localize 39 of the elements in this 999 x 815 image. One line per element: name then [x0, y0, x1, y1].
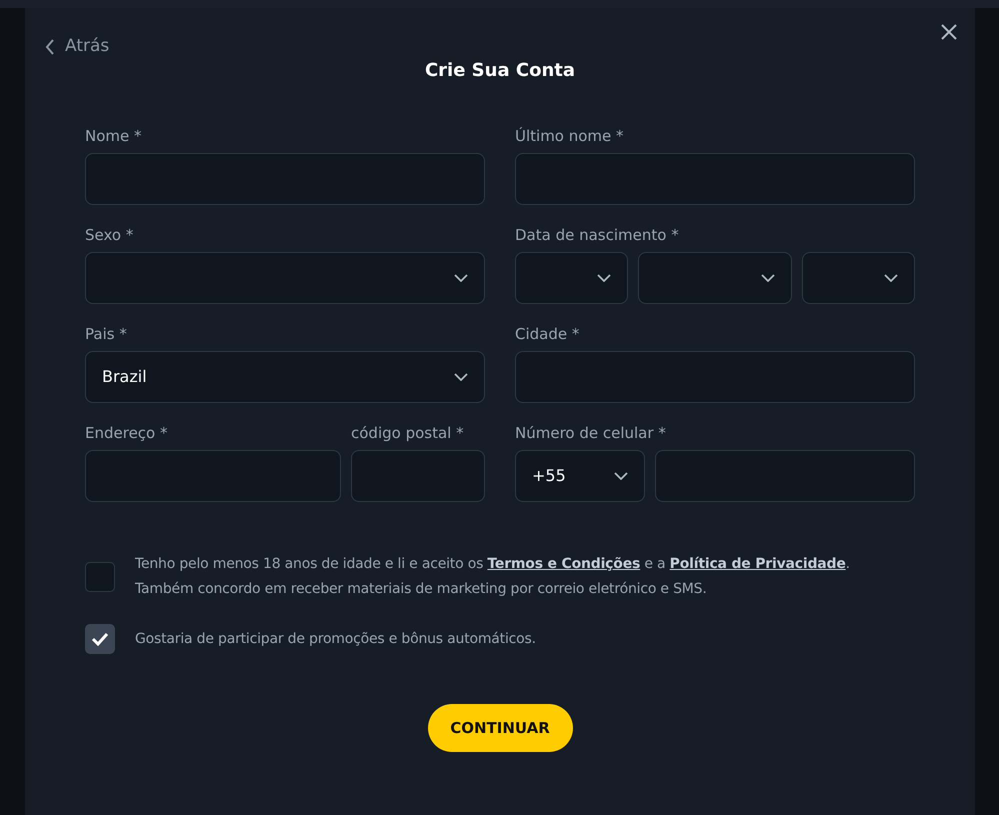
input-field[interactable]	[85, 450, 341, 502]
select-field[interactable]	[638, 252, 792, 304]
chevron-down-icon	[454, 274, 468, 282]
chevron-down-icon	[614, 472, 628, 480]
field-label: Pais *	[85, 324, 128, 344]
input-field[interactable]	[515, 351, 915, 404]
select-field[interactable]: Brazil	[85, 351, 485, 404]
chevron-left-icon	[45, 38, 55, 55]
agreement-text: Gostaria de participar de promoções e bônus automáticos.	[135, 630, 536, 649]
checkbox[interactable]	[85, 562, 115, 592]
select-field[interactable]	[802, 252, 915, 304]
chevron-down-icon	[761, 274, 775, 282]
select-field[interactable]	[515, 252, 628, 304]
field-label: Endereço *	[85, 423, 168, 444]
agreement-text: Tenho pelo menos 18 anos de idade e li e aceito os Termos e Condições e a Política de Privacidade. Também concordo em receber materiais de marketing por correio eletrónico e SMS.	[135, 555, 851, 600]
chevron-down-icon	[884, 274, 898, 282]
field-label: Cidade *	[515, 324, 580, 344]
select-field[interactable]	[85, 252, 485, 304]
field-label: Nome *	[85, 126, 143, 146]
continue-button[interactable]: CONTINUAR	[428, 704, 572, 752]
input-field[interactable]	[85, 153, 485, 206]
field-label: código postal *	[351, 423, 465, 444]
chevron-down-icon	[454, 373, 468, 382]
text-link[interactable]: Política de Privacidade	[670, 556, 846, 572]
text-link[interactable]: Termos e Condições	[487, 556, 640, 572]
field-label: Número de celular *	[515, 423, 667, 444]
close-button[interactable]	[941, 24, 957, 40]
dialog-title: Crie Sua Conta	[424, 59, 576, 84]
back-link[interactable]: Atrás	[45, 34, 110, 60]
check-icon	[91, 632, 109, 646]
checkbox[interactable]	[85, 624, 115, 654]
input-field[interactable]	[351, 450, 485, 502]
field-label: Sexo *	[85, 225, 134, 246]
chevron-down-icon	[597, 274, 611, 282]
select-field[interactable]: +55	[515, 450, 645, 502]
input-field[interactable]	[655, 450, 915, 502]
field-label: Data de nascimento *	[515, 225, 680, 246]
field-label: Último nome *	[515, 126, 625, 146]
input-field[interactable]	[515, 153, 915, 206]
